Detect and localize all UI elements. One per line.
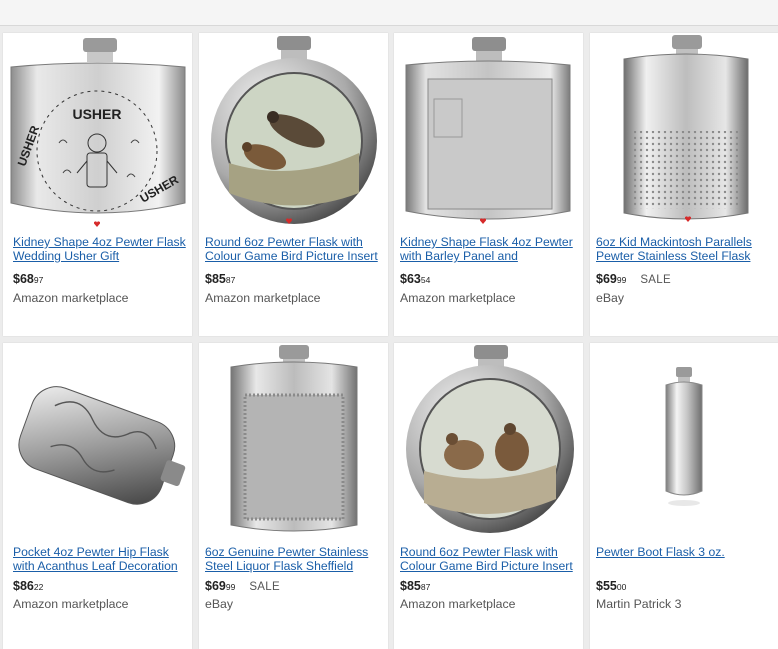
price-dollars: $85: [400, 579, 421, 593]
product-title-link[interactable]: Round 6oz Pewter Flask with Colour Game …: [400, 545, 577, 573]
product-title-link[interactable]: 6oz Kid Mackintosh Parallels Pewter Stai…: [596, 235, 772, 263]
product-image[interactable]: [394, 33, 583, 229]
product-image[interactable]: [590, 33, 778, 229]
product-image[interactable]: USHER USHER USHER: [3, 33, 192, 229]
product-card[interactable]: 6oz Genuine Pewter Stainless Steel Liquo…: [199, 343, 388, 649]
seller-name: Amazon marketplace: [13, 597, 129, 611]
product-title-link[interactable]: 6oz Genuine Pewter Stainless Steel Liquo…: [205, 545, 382, 573]
price: $6897: [13, 272, 43, 286]
price: $6999 SALE: [596, 272, 671, 286]
engraving-top: USHER: [72, 106, 121, 122]
product-card[interactable]: Round 6oz Pewter Flask with Colour Game …: [394, 343, 583, 649]
sale-badge: SALE: [640, 274, 671, 286]
product-image[interactable]: [199, 33, 388, 229]
product-image[interactable]: [394, 343, 583, 539]
product-title-link[interactable]: Kidney Shape 4oz Pewter Flask Wedding Us…: [13, 235, 186, 263]
price-cents: 99: [616, 275, 627, 285]
seller-name: Martin Patrick 3: [596, 597, 682, 611]
price: $6999 SALE: [205, 579, 280, 593]
heart-icon: [685, 216, 691, 222]
product-card[interactable]: Round 6oz Pewter Flask with Colour Game …: [199, 33, 388, 336]
price-cents: 54: [420, 275, 431, 285]
product-title-link[interactable]: Round 6oz Pewter Flask with Colour Game …: [205, 235, 382, 263]
heart-icon: [480, 218, 486, 224]
price-dollars: $63: [400, 272, 421, 286]
price: $6354: [400, 272, 430, 286]
product-card[interactable]: Pocket 4oz Pewter Hip Flask with Acanthu…: [3, 343, 192, 649]
price-dollars: $68: [13, 272, 34, 286]
product-image[interactable]: [590, 343, 778, 539]
product-grid: USHER USHER USHER Kidney Shape 4oz Pewte…: [0, 0, 778, 649]
price: $8622: [13, 579, 43, 593]
sale-badge: SALE: [249, 581, 280, 593]
price-dollars: $55: [596, 579, 617, 593]
product-card[interactable]: Kidney Shape Flask 4oz Pewter with Barle…: [394, 33, 583, 336]
seller-name: eBay: [205, 597, 234, 611]
product-title-link[interactable]: Pocket 4oz Pewter Hip Flask with Acanthu…: [13, 545, 186, 573]
price-dollars: $69: [596, 272, 617, 286]
price-cents: 99: [225, 582, 236, 592]
price-cents: 22: [33, 582, 44, 592]
product-title-link[interactable]: Pewter Boot Flask 3 oz.: [596, 545, 772, 573]
heart-icon: [94, 221, 100, 227]
seller-name: Amazon marketplace: [13, 291, 129, 305]
price-dollars: $86: [13, 579, 34, 593]
product-title-link[interactable]: Kidney Shape Flask 4oz Pewter with Barle…: [400, 235, 577, 263]
seller-name: Amazon marketplace: [400, 291, 516, 305]
price-cents: 87: [420, 582, 431, 592]
price: $8587: [400, 579, 430, 593]
product-image[interactable]: [3, 343, 192, 539]
price: $8587: [205, 272, 235, 286]
product-image[interactable]: [199, 343, 388, 539]
heart-icon: [286, 218, 292, 224]
product-card[interactable]: Pewter Boot Flask 3 oz. $5500 Martin Pat…: [590, 343, 778, 649]
price: $5500: [596, 579, 626, 593]
product-card[interactable]: USHER USHER USHER Kidney Shape 4oz Pewte…: [3, 33, 192, 336]
price-cents: 97: [33, 275, 44, 285]
seller-name: eBay: [596, 291, 625, 305]
price-dollars: $69: [205, 579, 226, 593]
seller-name: Amazon marketplace: [205, 291, 321, 305]
product-card[interactable]: 6oz Kid Mackintosh Parallels Pewter Stai…: [590, 33, 778, 336]
price-cents: 87: [225, 275, 236, 285]
price-dollars: $85: [205, 272, 226, 286]
price-cents: 00: [616, 582, 627, 592]
seller-name: Amazon marketplace: [400, 597, 516, 611]
